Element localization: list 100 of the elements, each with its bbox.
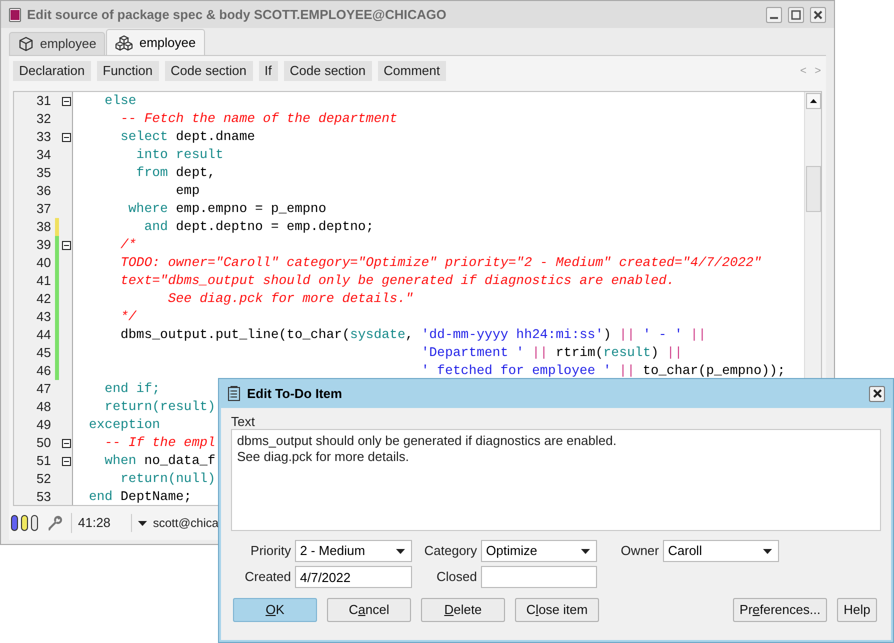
text-label: Text (231, 413, 256, 429)
field-label: Created (244, 568, 292, 586)
close-icon (813, 10, 823, 20)
line-number: 43 (36, 308, 51, 326)
code-line: -- If the empl (104, 435, 216, 450)
caret-icon (581, 548, 590, 554)
code-line: -- Fetch the name of the department (119, 111, 398, 126)
collapse-icon[interactable] (62, 240, 70, 250)
code-line: else (104, 93, 136, 108)
line-number: 51 (36, 452, 51, 470)
code-line: from dept, (135, 165, 216, 180)
window-title: Edit source of package spec & body SCOTT.EMPLOYEE@CHICAGO (27, 6, 448, 24)
line-number: 46 (36, 362, 51, 380)
dialog-button[interactable]: Delete (421, 598, 505, 622)
collapse-icon[interactable] (62, 96, 70, 106)
collapse-icon[interactable] (62, 438, 70, 448)
close-icon (872, 389, 882, 398)
caret-icon (763, 548, 772, 554)
line-number: 41 (36, 272, 51, 290)
code-line: select dept.dname (119, 129, 256, 144)
code-line: when no_data_f (104, 453, 216, 468)
dialog-button[interactable]: Help (837, 598, 877, 622)
line-number: 40 (36, 254, 51, 272)
dropdown[interactable]: Caroll (663, 540, 779, 562)
line-number: 53 (36, 488, 51, 505)
line-number: 52 (36, 470, 51, 488)
dialog-button[interactable]: Preferences... (733, 598, 827, 622)
line-number: 38 (36, 218, 51, 236)
line-number: 35 (36, 164, 51, 182)
field-label: Closed (436, 568, 478, 586)
line-number: 31 (36, 92, 51, 110)
dialog-button[interactable]: Cancel (327, 598, 411, 622)
maximize-icon (791, 10, 801, 20)
code-line: 'Department ' || rtrim(result) || (420, 345, 682, 360)
wrench-icon[interactable] (47, 515, 63, 531)
boxes-icon (115, 34, 134, 50)
code-line: TODO: owner="Caroll" category="Optimize" priority="2 - Medium" created="4/7/2022" (119, 255, 762, 270)
maximize-button[interactable] (788, 6, 804, 22)
tab[interactable]: employee (106, 29, 205, 55)
field-label: Owner (620, 542, 660, 560)
line-number: 33 (36, 128, 51, 146)
code-line: exception (88, 417, 160, 432)
tab[interactable]: employee (9, 32, 106, 55)
code-line: /* (119, 237, 136, 252)
input-field[interactable]: 4/7/2022 (295, 566, 412, 588)
code-line: emp (174, 183, 200, 198)
code-line: and dept.deptno = emp.deptno; (143, 219, 374, 234)
toolbar-button[interactable]: Function (96, 61, 159, 81)
cursor-position: 41:28 (71, 513, 123, 533)
code-line: See diag.pck for more details." (166, 291, 414, 306)
minimize-button[interactable] (766, 6, 782, 22)
toolbar-button[interactable]: Declaration (13, 61, 91, 81)
code-line: return(result) (104, 399, 216, 414)
dropdown[interactable]: Optimize (481, 540, 597, 562)
toolbar-button[interactable]: Comment (378, 61, 446, 81)
line-number: 37 (36, 200, 51, 218)
text-area[interactable]: dbms_output should only be generated if diagnostics are enabled. See diag.pck for more details. (231, 429, 881, 531)
document-icon (9, 8, 21, 22)
minimize-icon (770, 16, 778, 18)
code-line: return(null) (119, 471, 216, 486)
close-button[interactable] (810, 6, 826, 22)
line-number: 47 (36, 380, 51, 398)
collapse-icon[interactable] (62, 132, 70, 142)
code-line: where emp.empno = p_empno (127, 201, 326, 216)
code-line: ' fetched for employee ' || to_char(p_empno)); (420, 363, 786, 378)
code-line: end DeptName; (88, 489, 192, 504)
dropdown[interactable]: 2 - Medium (295, 540, 412, 562)
line-number: 42 (36, 290, 51, 308)
code-line: text="dbms_output should only be generated if diagnostics are enabled. (119, 273, 674, 288)
line-number: 44 (36, 326, 51, 344)
toolbar-button[interactable]: If (258, 61, 278, 81)
code-line: */ (119, 309, 136, 324)
code-line: dbms_output.put_line(to_char(sysdate, 'dd-mm-yyyy hh24:mi:ss') || ' - ' || (119, 327, 706, 342)
line-number: 34 (36, 146, 51, 164)
line-number: 50 (36, 434, 51, 452)
dialog-button[interactable]: OK (233, 598, 317, 622)
code-line: end if; (104, 381, 160, 396)
input-field[interactable] (481, 566, 597, 588)
caret-icon[interactable] (138, 520, 147, 526)
field-label: Priority (250, 542, 292, 560)
dialog-button[interactable]: Close item (515, 598, 599, 622)
caret-icon (396, 548, 405, 554)
up-arrow-icon (810, 99, 816, 103)
line-number: 36 (36, 182, 51, 200)
connection-name: scott@chica (153, 515, 219, 532)
clipboard-icon (227, 386, 241, 401)
collapse-icon[interactable] (62, 456, 70, 466)
line-number: 39 (36, 236, 51, 254)
line-number: 49 (36, 416, 51, 434)
field-label: Category (423, 542, 478, 560)
toolbar-button[interactable]: Code section (284, 61, 372, 81)
line-number: 48 (36, 398, 51, 416)
line-number: 45 (36, 344, 51, 362)
code-line: into result (135, 147, 224, 162)
dialog-title: Edit To-Do Item (247, 384, 344, 403)
cube-icon (18, 36, 34, 52)
toolbar-button[interactable]: Code section (164, 61, 253, 81)
close-button[interactable] (869, 386, 885, 402)
scroll-thumb[interactable] (806, 166, 820, 212)
line-number: 32 (36, 110, 51, 128)
